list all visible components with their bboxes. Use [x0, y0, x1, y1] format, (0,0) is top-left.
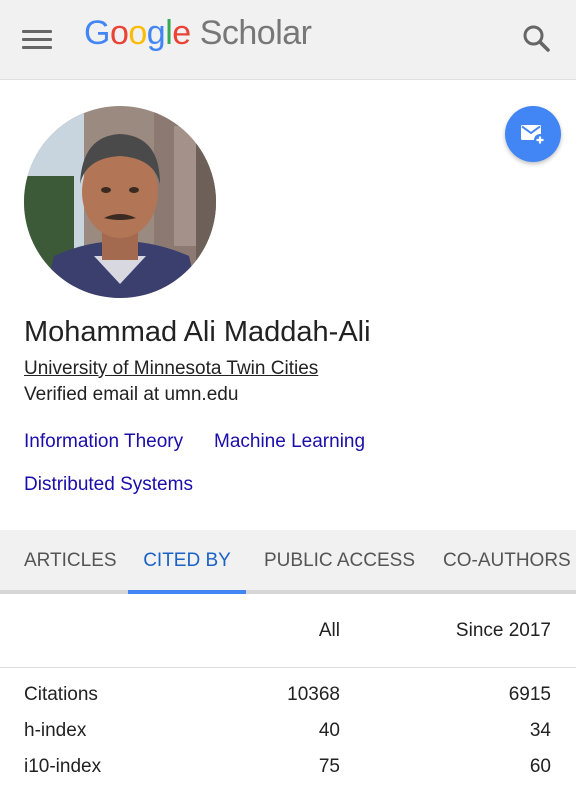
value-since: 6915	[508, 684, 551, 705]
search-icon[interactable]	[520, 22, 554, 56]
citation-stats-table: All Since 2017 Citations 10368 6915 h-in…	[0, 598, 576, 800]
stats-row-citations: Citations 10368 6915	[0, 678, 576, 712]
verified-email: Verified email at umn.edu	[24, 384, 239, 405]
google-scholar-logo[interactable]: G o o g l e Scholar	[84, 14, 312, 62]
interest-link-distributed-systems[interactable]: Distributed Systems	[24, 474, 193, 496]
value-since: 34	[529, 720, 551, 741]
tab-public-access[interactable]: PUBLIC ACCESS	[264, 530, 415, 590]
profile-section: Mohammad Ali Maddah-Ali University of Mi…	[0, 80, 576, 530]
profile-name: Mohammad Ali Maddah-Ali	[24, 316, 371, 348]
value-all: 10368	[287, 684, 340, 705]
top-app-bar: G o o g l e Scholar	[0, 0, 576, 80]
interest-link-information-theory[interactable]: Information Theory	[24, 431, 183, 453]
hamburger-menu-icon[interactable]	[22, 22, 58, 56]
column-header-all: All	[318, 620, 340, 641]
logo-letter: l	[165, 14, 173, 52]
tab-bar: ARTICLES CITED BY PUBLIC ACCESS CO-AUTHO…	[0, 530, 576, 594]
tab-co-authors[interactable]: CO-AUTHORS	[443, 530, 571, 590]
stats-header-row: All Since 2017	[0, 598, 576, 668]
logo-letter: o	[128, 14, 147, 52]
logo-letter: o	[109, 14, 129, 52]
follow-email-alert-button[interactable]	[505, 106, 561, 162]
logo-letter: G	[84, 14, 110, 52]
row-label: i10-index	[24, 756, 102, 777]
logo-letter: g	[146, 14, 166, 52]
affiliation-link[interactable]: University of Minnesota Twin Cities	[24, 358, 318, 380]
interest-link-machine-learning[interactable]: Machine Learning	[214, 431, 365, 453]
column-header-since-2017: Since 2017	[455, 620, 551, 641]
tab-cited-by[interactable]: CITED BY	[128, 530, 246, 590]
logo-scholar-text: Scholar	[199, 14, 312, 52]
logo-letter: e	[172, 14, 191, 52]
stats-row-h-index: h-index 40 34	[0, 714, 576, 748]
stats-row-i10-index: i10-index 75 60	[0, 750, 576, 784]
value-all: 40	[318, 720, 340, 741]
tab-articles[interactable]: ARTICLES	[24, 530, 117, 590]
email-alert-icon	[521, 125, 546, 146]
row-label: Citations	[24, 684, 98, 705]
active-tab-indicator	[128, 590, 246, 594]
value-all: 75	[318, 756, 340, 777]
value-since: 60	[529, 756, 551, 777]
profile-photo	[24, 106, 216, 298]
row-label: h-index	[24, 720, 87, 741]
